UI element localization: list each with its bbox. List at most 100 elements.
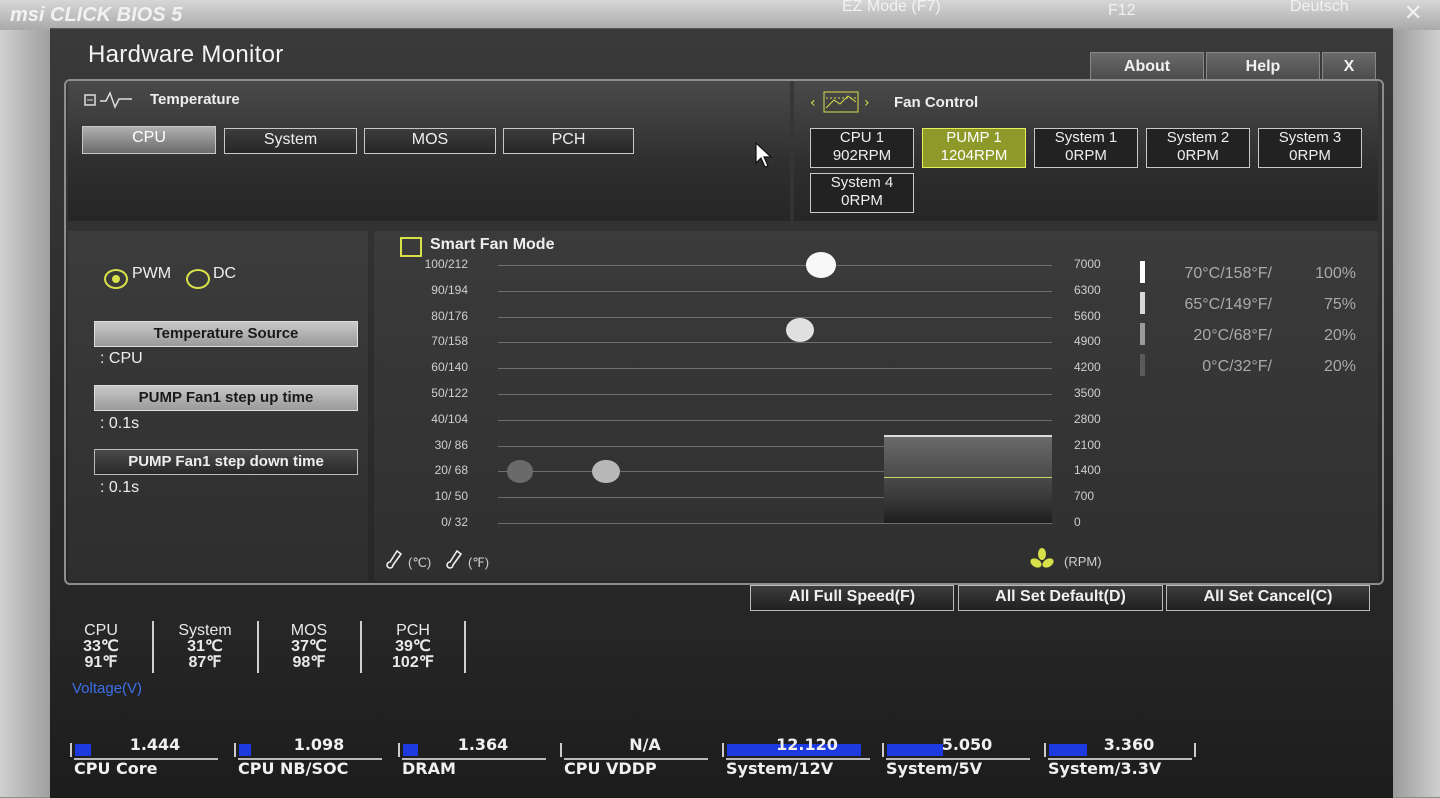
voltage-value: 1.364 <box>457 735 509 754</box>
voltage-name: System/3.3V <box>1048 759 1162 778</box>
reading-name: MOS <box>290 622 328 639</box>
rpm-label: (RPM) <box>1064 554 1102 569</box>
y-right-tick: 5600 <box>1074 308 1101 323</box>
pwm-radio[interactable] <box>104 269 128 289</box>
grid-line <box>498 368 1052 370</box>
step-down-time-value: : 0.1s <box>100 479 140 496</box>
y-right-tick: 1400 <box>1074 463 1101 478</box>
grid-line <box>498 394 1052 395</box>
y-left-tick: 80/176 <box>431 308 468 323</box>
voltage-name: System/12V <box>726 759 834 778</box>
fan-system4-button[interactable]: System 4 0RPM <box>810 173 914 213</box>
fan-system3-button[interactable]: System 3 0RPM <box>1258 128 1362 168</box>
fan-name: System 4 <box>830 174 894 191</box>
curve-point-marker <box>1140 323 1145 345</box>
fan-rpm: 0RPM <box>841 192 883 209</box>
fan-pump1-button[interactable]: PUMP 1 1204RPM <box>922 128 1026 168</box>
celsius-label: (℃) <box>408 555 432 570</box>
grid-line <box>498 265 1052 266</box>
ez-mode-button[interactable]: EZ Mode (F7) <box>842 0 941 16</box>
tab-pch[interactable]: PCH <box>503 128 634 154</box>
step-down-time-button[interactable]: PUMP Fan1 step down time <box>94 449 358 475</box>
svg-text:‹: ‹ <box>810 95 816 111</box>
y-left-tick: 50/122 <box>431 386 468 400</box>
pwm-label: PWM <box>132 265 172 282</box>
fan-system1-button[interactable]: System 1 0RPM <box>1034 128 1138 168</box>
dc-radio[interactable] <box>186 269 210 289</box>
voltage-name: CPU Core <box>74 759 158 778</box>
fan-curve-point[interactable] <box>507 460 533 483</box>
y-left-tick: 0/ 32 <box>441 515 468 529</box>
voltage-bar-fill <box>75 744 91 756</box>
svg-text:›: › <box>864 95 870 111</box>
smart-fan-mode-label: Smart Fan Mode <box>430 236 555 253</box>
temperature-source-button[interactable]: Temperature Source <box>94 321 358 347</box>
close-button[interactable]: X <box>1322 52 1376 81</box>
bios-right-backdrop <box>1392 30 1440 797</box>
y-left-tick: 20/ 68 <box>434 463 468 478</box>
all-full-speed-button[interactable]: All Full Speed(F) <box>750 585 954 611</box>
voltage-value: 3.360 <box>1103 735 1155 754</box>
brand-logo: msi CLICK BIOS 5 <box>10 4 183 26</box>
curve-point-temp: 70°C/158°F/ <box>1184 265 1272 282</box>
about-button[interactable]: About <box>1090 52 1204 81</box>
fan-graph-icon: ‹ › <box>808 90 878 118</box>
reading-name: PCH <box>396 622 430 639</box>
fan-curve-point[interactable] <box>592 459 620 484</box>
temperature-heading: Temperature <box>150 91 240 108</box>
reading-fahrenheit: 87℉ <box>188 654 222 671</box>
fan-rpm: 0RPM <box>1289 147 1331 164</box>
fan-curve-point[interactable] <box>785 317 814 342</box>
voltage-value: 1.098 <box>293 735 345 754</box>
grid-line <box>498 316 1052 318</box>
language-button[interactable]: Deutsch <box>1290 0 1349 16</box>
tab-system[interactable]: System <box>224 128 357 154</box>
smart-fan-checkbox[interactable] <box>400 237 422 257</box>
fan-name: CPU 1 <box>839 129 885 146</box>
y-right-tick: 3500 <box>1074 386 1101 400</box>
fan-name: System 1 <box>1054 129 1118 146</box>
voltage-bar-fill <box>239 744 251 756</box>
fan-rpm: 0RPM <box>1177 147 1219 164</box>
voltage-name: System/5V <box>886 759 983 778</box>
curve-point-temp: 65°C/149°F/ <box>1184 296 1272 313</box>
f12-screenshot-button[interactable]: F12 <box>1108 2 1136 20</box>
voltage-value: 12.120 <box>776 735 838 754</box>
step-up-time-button[interactable]: PUMP Fan1 step up time <box>94 385 358 411</box>
reading-pch: PCH 39℃ 102℉ <box>380 623 446 671</box>
curve-point-marker <box>1140 354 1145 376</box>
voltage-name: DRAM <box>402 759 456 778</box>
reading-celsius: 37℃ <box>291 638 327 655</box>
fan-cpu1-button[interactable]: CPU 1 902RPM <box>810 128 914 168</box>
curve-point-percent: 100% <box>1315 265 1356 282</box>
all-set-cancel-button[interactable]: All Set Cancel(C) <box>1166 585 1370 611</box>
curve-point-temp: 0°C/32°F/ <box>1202 358 1272 375</box>
hardware-monitor-window: Hardware Monitor About Help X Temperatur… <box>50 28 1393 798</box>
y-right-tick: 700 <box>1074 489 1095 504</box>
fan-curve-point[interactable] <box>806 252 836 278</box>
tab-cpu[interactable]: CPU <box>82 126 216 154</box>
curve-point-percent: 75% <box>1323 296 1356 313</box>
step-up-time-value: : 0.1s <box>100 415 140 432</box>
fan-name: PUMP 1 <box>946 129 1002 146</box>
all-set-default-button[interactable]: All Set Default(D) <box>958 585 1163 611</box>
fahrenheit-label: (℉) <box>468 555 490 570</box>
voltage-heading: Voltage(V) <box>72 680 143 697</box>
y-right-tick: 2800 <box>1074 411 1101 426</box>
reading-divider <box>360 621 362 673</box>
bios-close-icon[interactable]: ✕ <box>1404 0 1422 26</box>
tab-mos[interactable]: MOS <box>364 128 496 154</box>
voltage-name: CPU VDDP <box>564 759 657 778</box>
monitor-graph-icon <box>84 89 136 115</box>
y-right-tick: 4200 <box>1074 360 1101 375</box>
voltage-name: CPU NB/SOC <box>238 759 349 778</box>
curve-point-marker <box>1140 292 1145 314</box>
y-right-tick: 4900 <box>1074 334 1101 349</box>
reading-celsius: 39℃ <box>395 638 431 655</box>
temperature-source-value: : CPU <box>100 350 143 367</box>
bios-top-bar: msi CLICK BIOS 5 EZ Mode (F7) F12 Deutsc… <box>0 0 1440 30</box>
help-button[interactable]: Help <box>1206 52 1320 81</box>
reading-celsius: 33℃ <box>83 638 119 655</box>
y-left-tick: 70/158 <box>431 334 468 349</box>
fan-system2-button[interactable]: System 2 0RPM <box>1146 128 1250 168</box>
